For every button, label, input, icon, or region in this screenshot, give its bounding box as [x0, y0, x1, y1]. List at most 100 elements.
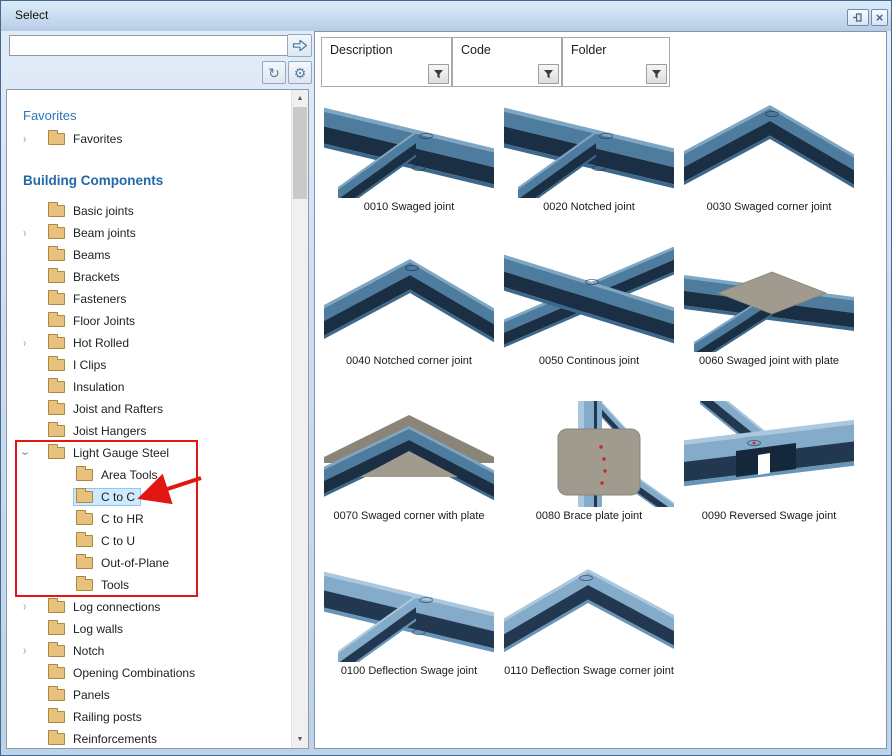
component-tile-0010-swaged-joint[interactable]: 0010 Swaged joint [324, 92, 494, 220]
folder-icon [48, 249, 65, 261]
component-tile-0040-notched-corner-joint[interactable]: 0040 Notched corner joint [324, 246, 494, 374]
tree-item-label: Joist Hangers [73, 424, 146, 438]
component-label: 0070 Swaged corner with plate [333, 510, 484, 522]
tree-item-label: Railing posts [73, 710, 142, 724]
component-tile-0080-brace-plate-joint[interactable]: 0080 Brace plate joint [504, 401, 674, 529]
tree-item-c-to-u[interactable]: C to U [7, 530, 293, 552]
tree-item-i-clips[interactable]: I Clips [7, 354, 293, 376]
search-input[interactable] [9, 35, 291, 56]
t-joint-thumbnail [324, 92, 494, 198]
folder-tree: Favorites › Favorites Building Components Ba… [6, 89, 309, 749]
chevron-right-icon[interactable]: › [23, 134, 45, 145]
tree-item-basic-joints[interactable]: Basic joints [7, 200, 293, 222]
chevron-right-icon[interactable]: › [23, 338, 45, 349]
folder-icon [48, 425, 65, 437]
scrollbar-thumb[interactable] [293, 107, 307, 199]
tree-group-favorites[interactable]: Favorites [7, 104, 293, 128]
folder-icon [48, 645, 65, 657]
tree-item-brackets[interactable]: Brackets [7, 266, 293, 288]
folder-icon [48, 381, 65, 393]
column-header-code[interactable]: Code [452, 37, 562, 87]
code-filter-button[interactable] [538, 64, 559, 84]
tree-item-notch[interactable]: ›Notch [7, 640, 293, 662]
tree-item-tools[interactable]: Tools [7, 574, 293, 596]
tree-scrollbar[interactable]: ▲ ▼ [291, 90, 308, 748]
folder-icon [48, 205, 65, 217]
chevron-right-icon[interactable]: › [23, 602, 45, 613]
tree-item-beam-joints[interactable]: › Beam joints [7, 222, 293, 244]
tree-item-label: Light Gauge Steel [73, 446, 169, 460]
chevron-right-icon[interactable]: › [23, 228, 45, 239]
tree-item-label: Area Tools [101, 468, 157, 482]
tree-item-hot-rolled[interactable]: ›Hot Rolled [7, 332, 293, 354]
tree-item-joist-and-rafters[interactable]: Joist and Rafters [7, 398, 293, 420]
tree-item-joist-hangers[interactable]: Joist Hangers [7, 420, 293, 442]
t-joint-thumbnail [504, 92, 674, 198]
tree-item-insulation[interactable]: Insulation [7, 376, 293, 398]
tree-item-c-to-c[interactable]: C to C [7, 486, 293, 508]
component-label: 0090 Reversed Swage joint [702, 510, 837, 522]
component-tile-0070-swaged-corner-with-plate[interactable]: 0070 Swaged corner with plate [324, 401, 494, 529]
titlebar[interactable]: Select × [1, 1, 891, 31]
tree-item-floor-joints[interactable]: Floor Joints [7, 310, 293, 332]
scroll-down-icon[interactable]: ▼ [292, 731, 308, 748]
funnel-icon [651, 69, 662, 80]
chevron-right-icon[interactable]: › [23, 646, 45, 657]
tree-item-opening-combinations[interactable]: Opening Combinations [7, 662, 293, 684]
go-button[interactable] [287, 34, 312, 57]
folder-icon [48, 601, 65, 613]
tree-item-label: Tools [101, 578, 129, 592]
tree-item-area-tools[interactable]: Area Tools [7, 464, 293, 486]
component-label: 0080 Brace plate joint [536, 510, 642, 522]
folder-icon [48, 711, 65, 723]
folder-icon [48, 315, 65, 327]
component-tile-0110-deflection-swage-corner-joint[interactable]: 0110 Deflection Swage corner joint [504, 556, 674, 684]
component-label: 0040 Notched corner joint [346, 355, 472, 367]
funnel-icon [433, 69, 444, 80]
column-header-description[interactable]: Description [321, 37, 452, 87]
tree-item-log-walls[interactable]: Log walls [7, 618, 293, 640]
tree-item-fasteners[interactable]: Fasteners [7, 288, 293, 310]
component-tile-0060-swaged-joint-with-plate[interactable]: 0060 Swaged joint with plate [684, 246, 854, 374]
tree-item-beams[interactable]: Beams [7, 244, 293, 266]
column-header-folder[interactable]: Folder [562, 37, 670, 87]
tree-group-building-components[interactable]: Building Components [7, 168, 293, 194]
tree-item-reinforcements[interactable]: Reinforcements [7, 728, 293, 749]
component-tile-0020-notched-joint[interactable]: 0020 Notched joint [504, 92, 674, 220]
tree-item-log-connections[interactable]: ›Log connections [7, 596, 293, 618]
tree-item-label: Beam joints [73, 226, 136, 240]
pin-button[interactable] [847, 9, 869, 26]
component-label: 0100 Deflection Swage joint [341, 665, 477, 677]
tree-item-out-of-plane[interactable]: Out-of-Plane [7, 552, 293, 574]
tree-item-panels[interactable]: Panels [7, 684, 293, 706]
refresh-icon: ↻ [268, 66, 280, 80]
component-tile-0030-swaged-corner-joint[interactable]: 0030 Swaged corner joint [684, 92, 854, 220]
settings-button[interactable]: ⚙ [288, 61, 312, 84]
corner-thumbnail [504, 556, 674, 662]
folder-filter-button[interactable] [646, 64, 667, 84]
tree-item-light-gauge-steel[interactable]: › Light Gauge Steel [7, 442, 293, 464]
tree-item-label: Brackets [73, 270, 120, 284]
component-panel: Description Code Folder 0010 S [314, 31, 887, 749]
tree-item-railing-posts[interactable]: Railing posts [7, 706, 293, 728]
tree-item-c-to-hr[interactable]: C to HR [7, 508, 293, 530]
tree-item-label: Favorites [73, 132, 122, 146]
tree-item-favorites[interactable]: › Favorites [7, 128, 293, 150]
chevron-down-icon[interactable]: › [23, 448, 45, 459]
component-tile-0100-deflection-swage-joint[interactable]: 0100 Deflection Swage joint [324, 556, 494, 684]
folder-icon [48, 733, 65, 745]
component-tile-0090-reversed-swage-joint[interactable]: 0090 Reversed Swage joint [684, 401, 854, 529]
description-filter-button[interactable] [428, 64, 449, 84]
folder-icon [48, 667, 65, 679]
component-tile-0050-continous-joint[interactable]: 0050 Continous joint [504, 246, 674, 374]
tree-item-label: Fasteners [73, 292, 126, 306]
corner-thumbnail [324, 246, 494, 352]
scroll-up-icon[interactable]: ▲ [292, 90, 308, 107]
refresh-button[interactable]: ↻ [262, 61, 286, 84]
close-button[interactable]: × [871, 9, 888, 26]
go-arrow-icon [291, 39, 309, 52]
tree-item-label: Log walls [73, 622, 123, 636]
folder-icon [76, 535, 93, 547]
component-label: 0020 Notched joint [543, 201, 635, 213]
tree-item-label: Panels [73, 688, 110, 702]
